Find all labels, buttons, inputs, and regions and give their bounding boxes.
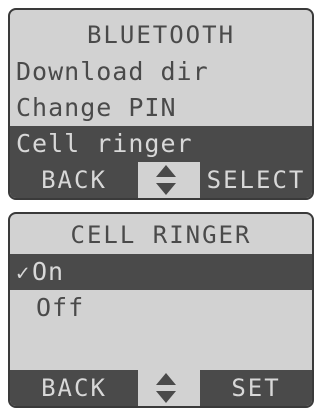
menu-item-change-pin[interactable]: Change PIN	[10, 90, 312, 126]
select-button[interactable]: SELECT	[200, 162, 312, 198]
menu-item-download-dir[interactable]: Download dir	[10, 54, 312, 90]
screen-title: BLUETOOTH	[86, 21, 236, 49]
checkmark-icon: ✓	[16, 261, 31, 286]
option-off[interactable]: Off	[10, 290, 312, 326]
up-down-arrows-icon[interactable]	[146, 162, 186, 198]
menu-item-label: Change PIN	[16, 93, 177, 122]
menu-item-label: Cell ringer	[16, 129, 193, 158]
option-label: On	[32, 257, 65, 286]
option-label: Off	[36, 293, 85, 322]
cell-ringer-screen: CELL RINGER ✓On Off BACK SET	[8, 212, 314, 408]
set-button[interactable]: SET	[200, 370, 312, 406]
softkey-bar: BACK SELECT	[10, 162, 312, 198]
back-button[interactable]: BACK	[10, 162, 138, 198]
screen-title: CELL RINGER	[70, 221, 252, 249]
menu-item-cell-ringer[interactable]: Cell ringer	[10, 126, 312, 162]
back-button[interactable]: BACK	[10, 370, 138, 406]
up-down-arrows-icon[interactable]	[146, 370, 186, 406]
softkey-bar: BACK SET	[10, 370, 312, 406]
bluetooth-menu-screen: BLUETOOTH Download dir Change PIN Cell r…	[8, 8, 314, 200]
option-on[interactable]: ✓On	[10, 254, 312, 290]
menu-item-label: Download dir	[16, 57, 209, 86]
